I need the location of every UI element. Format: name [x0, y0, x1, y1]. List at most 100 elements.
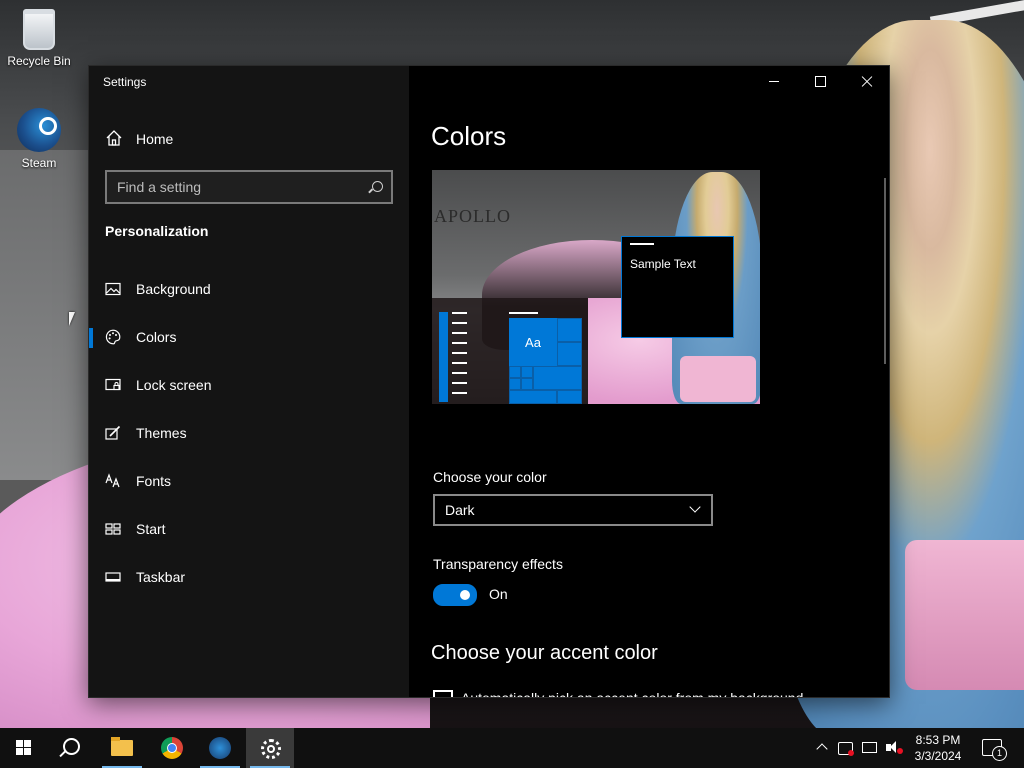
palette-icon	[105, 329, 121, 345]
sidebar-item-start[interactable]: Start	[89, 506, 409, 554]
preview-list-line	[452, 332, 467, 334]
preview-list-line	[452, 382, 467, 384]
clock-date: 3/3/2024	[914, 749, 962, 763]
section-heading: Personalization	[105, 223, 209, 239]
preview-window: Sample Text	[621, 236, 734, 338]
preview-bag	[680, 356, 756, 402]
settings-content: Colors APOLLO Aa Sample Text Choose your…	[409, 66, 889, 697]
preview-start-list	[439, 312, 448, 402]
preview-tile	[557, 318, 582, 342]
network-icon[interactable]	[862, 742, 877, 753]
search-setting-box	[105, 170, 393, 204]
taskbar-steam[interactable]	[196, 728, 244, 768]
close-button[interactable]	[843, 66, 889, 98]
volume-muted-icon[interactable]	[886, 740, 903, 756]
preview-tile	[521, 366, 533, 378]
preview-list-line	[452, 362, 467, 364]
sidebar-item-label: Themes	[136, 425, 187, 441]
sidebar-item-label: Taskbar	[136, 569, 186, 585]
preview-sample-text: Sample Text	[630, 257, 696, 271]
sidebar-item-taskbar[interactable]: Taskbar	[89, 554, 409, 602]
preview-tiles-heading	[509, 312, 538, 314]
sidebar-item-label: Lock screen	[136, 377, 212, 393]
lock-screen-icon	[105, 378, 121, 391]
sidebar-item-colors[interactable]: Colors	[89, 314, 409, 362]
themes-brush-icon	[105, 425, 121, 440]
preview-tile	[533, 366, 582, 390]
maximize-button[interactable]	[797, 66, 843, 98]
preview-tile	[521, 378, 533, 390]
minimize-button[interactable]	[751, 66, 797, 98]
choose-color-dropdown[interactable]: Dark	[433, 494, 713, 526]
recycle-bin-icon	[23, 9, 55, 50]
preview-tile	[509, 378, 521, 390]
page-title: Colors	[431, 121, 507, 151]
home-label: Home	[136, 131, 174, 147]
security-icon[interactable]	[838, 742, 854, 756]
preview-list-line	[452, 342, 467, 344]
desktop-icon-label: Steam	[21, 156, 57, 170]
settings-sidebar: Settings Home Personalization Background	[89, 66, 409, 697]
auto-accent-checkbox[interactable]	[433, 690, 453, 697]
sidebar-item-home[interactable]: Home	[89, 121, 409, 157]
sidebar-item-background[interactable]: Background	[89, 266, 409, 314]
desktop-icon-label: Recycle Bin	[7, 54, 71, 68]
preview-tile-aa: Aa	[509, 318, 557, 366]
sidebar-item-themes[interactable]: Themes	[89, 410, 409, 458]
alert-badge	[848, 750, 854, 756]
sidebar-item-label: Background	[136, 281, 211, 297]
folder-icon	[111, 737, 133, 756]
notification-count: 1	[992, 746, 1007, 761]
preview-list-line	[452, 372, 467, 374]
taskbar-file-explorer[interactable]	[98, 728, 146, 768]
chevron-down-icon	[689, 501, 701, 513]
color-preview: APOLLO Aa Sample Text	[432, 170, 760, 404]
content-scrollbar[interactable]	[884, 178, 886, 364]
sidebar-item-label: Start	[136, 521, 166, 537]
window-title: Settings	[103, 75, 147, 89]
sidebar-item-fonts[interactable]: Fonts	[89, 458, 409, 506]
desktop-icon-steam[interactable]: Steam	[1, 108, 77, 170]
chevron-up-icon[interactable]	[815, 740, 831, 756]
sidebar-item-label: Colors	[136, 329, 177, 345]
personalization-nav: Background Colors Lock screen Themes Fon…	[89, 266, 409, 602]
clock-time: 8:53 PM	[915, 733, 961, 747]
preview-list-line	[452, 352, 467, 354]
taskbar-settings[interactable]	[246, 728, 294, 768]
taskbar: 8:53 PM 3/3/2024 1	[0, 728, 1024, 768]
preview-list-line	[452, 312, 467, 314]
desktop-icon-recycle-bin[interactable]: Recycle Bin	[1, 6, 77, 68]
preview-wallpaper-text: APOLLO	[434, 206, 511, 226]
taskbar-search-button[interactable]	[48, 728, 96, 768]
sidebar-item-label: Fonts	[136, 473, 172, 489]
transparency-state: On	[489, 586, 508, 602]
start-tiles-icon	[105, 523, 121, 535]
accent-color-heading: Choose your accent color	[431, 642, 658, 664]
gear-icon	[261, 739, 281, 759]
windows-logo-icon	[16, 740, 32, 756]
search-input[interactable]	[107, 172, 382, 202]
settings-window: Settings Home Personalization Background	[88, 65, 890, 698]
search-icon	[63, 738, 80, 755]
font-icon	[105, 473, 120, 488]
toggle-knob	[460, 590, 470, 600]
taskbar-chrome[interactable]	[148, 728, 196, 768]
steam-icon	[17, 108, 61, 152]
dropdown-value: Dark	[445, 502, 475, 518]
sidebar-item-lock-screen[interactable]: Lock screen	[89, 362, 409, 410]
preview-tile	[557, 342, 582, 366]
choose-color-label: Choose your color	[433, 469, 547, 485]
preview-tile	[509, 366, 521, 378]
search-icon[interactable]	[372, 181, 383, 192]
taskbar-icon	[105, 572, 121, 582]
system-clock[interactable]: 8:53 PM 3/3/2024	[905, 732, 971, 764]
preview-list-line	[452, 392, 467, 394]
preview-tile	[509, 390, 557, 404]
auto-accent-label: Automatically pick an accent color from …	[461, 690, 804, 698]
chrome-icon	[161, 737, 183, 759]
transparency-toggle[interactable]	[433, 584, 477, 606]
mouse-cursor	[69, 312, 81, 326]
start-button[interactable]	[0, 728, 48, 768]
mute-badge	[897, 748, 903, 754]
steam-icon	[209, 737, 231, 759]
